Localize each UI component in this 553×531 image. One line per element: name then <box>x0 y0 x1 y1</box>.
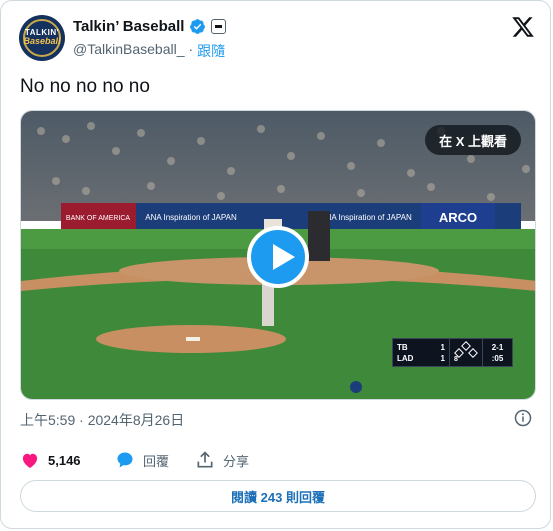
scorebug: TB 1 LAD 1 8 2-1 :05 <box>392 338 513 367</box>
reply-label: 回覆 <box>143 453 170 469</box>
scorebug-team1: TB <box>397 342 408 352</box>
sign-bank: BANK OF AMERICA <box>66 215 131 222</box>
scorebug-score2: 1 <box>440 353 445 363</box>
affiliate-badge-icon <box>211 19 227 34</box>
author-handle[interactable]: @TalkinBaseball_ <box>73 41 185 61</box>
watch-on-x-button[interactable]: 在 X 上觀看 <box>425 125 521 155</box>
scorebug-team2: LAD <box>397 353 414 363</box>
sign-ana-2: ANA Inspiration of JAPAN <box>320 213 412 222</box>
x-logo-icon[interactable] <box>511 15 535 39</box>
sign-arco: ARCO <box>439 210 477 225</box>
scorebug-bases: 8 <box>449 339 482 366</box>
reply-bubble-icon <box>117 452 133 468</box>
scorebug-teams: TB 1 LAD 1 <box>393 339 449 366</box>
scorebug-inning: 8 <box>454 356 458 363</box>
author-handle-row: @TalkinBaseball_ · 跟隨 <box>73 41 225 61</box>
tweet-text: No no no no no <box>20 76 150 97</box>
tweet-timestamp[interactable]: 上午5:59 · 2024年8月26日 <box>20 410 184 430</box>
info-icon[interactable] <box>514 409 532 427</box>
bases-diamond-icon: 8 <box>454 341 478 363</box>
scorebug-clock: :05 <box>491 353 504 363</box>
scorebug-team2-row: LAD 1 <box>397 354 449 363</box>
author-name-row: Talkin’ Baseball <box>73 18 227 35</box>
heart-icon <box>22 453 38 468</box>
like-button[interactable]: 5,146 <box>20 450 115 470</box>
read-replies-button[interactable]: 閱讀 243 則回覆 <box>20 480 536 512</box>
verified-badge-icon <box>190 19 206 34</box>
scorebug-team1-row: TB 1 <box>397 343 449 352</box>
author-display-name[interactable]: Talkin’ Baseball <box>73 18 184 35</box>
action-bar: 5,146 回覆 分享 <box>20 449 249 471</box>
avatar-logo-text-bottom: Baseball <box>23 36 61 46</box>
share-button[interactable]: 分享 <box>195 450 249 470</box>
scorebug-score1: 1 <box>440 342 445 352</box>
scorebug-right: 2-1 :05 <box>482 339 512 366</box>
share-label: 分享 <box>223 453 250 469</box>
reply-button[interactable]: 回覆 <box>115 450 195 470</box>
tweet-card: TALKIN' Baseball Talkin’ Baseball @Talki… <box>0 0 551 529</box>
video-media[interactable]: BANK OF AMERICA ANA Inspiration of JAPAN… <box>20 110 536 400</box>
follow-button[interactable]: 跟隨 <box>197 41 225 61</box>
like-count: 5,146 <box>48 452 81 468</box>
sign-ana-1: ANA Inspiration of JAPAN <box>145 213 237 222</box>
handle-separator: · <box>188 41 194 57</box>
avatar[interactable]: TALKIN' Baseball <box>19 15 65 61</box>
share-icon <box>197 451 213 468</box>
scorebug-count: 2-1 <box>491 342 504 352</box>
play-icon[interactable] <box>247 226 309 288</box>
